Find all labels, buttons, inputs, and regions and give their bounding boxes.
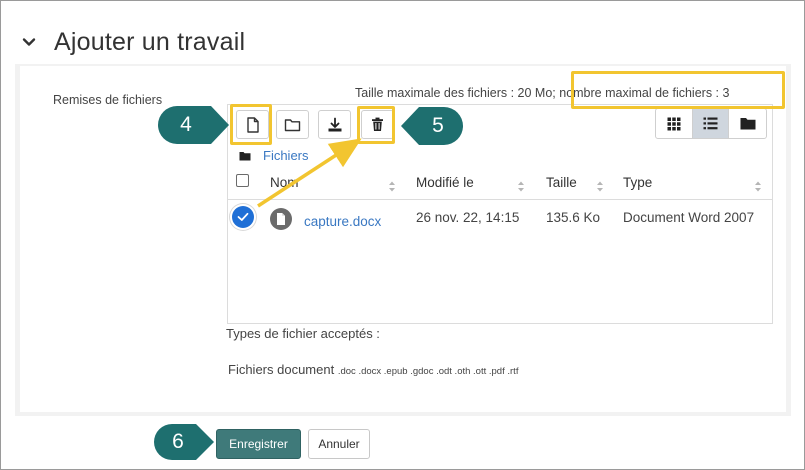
breadcrumb-link[interactable]: Fichiers: [263, 148, 309, 163]
create-folder-button[interactable]: [276, 110, 309, 139]
section-title: Ajouter un travail: [54, 27, 246, 56]
view-switcher: [655, 108, 767, 139]
file-type: Document Word 2007: [623, 210, 755, 225]
callout-number-5: 5: [432, 114, 444, 137]
max-size-text: Taille maximale des fichiers : 20 Mo: [355, 86, 553, 100]
folder-icon: [239, 151, 251, 160]
column-header-name[interactable]: Nom: [270, 175, 299, 190]
file-size: 135.6 Ko: [546, 210, 601, 225]
grid-view-button[interactable]: [656, 109, 693, 138]
callout-number-6: 6: [172, 430, 184, 453]
breadcrumb: Fichiers: [239, 148, 309, 163]
accepted-group: Fichiers document: [228, 362, 335, 377]
create-folder-icon: [284, 118, 301, 131]
save-button[interactable]: Enregistrer: [216, 429, 301, 459]
list-view-icon: [703, 117, 718, 130]
chevron-down-icon[interactable]: [22, 35, 36, 49]
column-header-type[interactable]: Type: [623, 175, 652, 190]
sort-icon[interactable]: [596, 181, 604, 192]
sort-icon[interactable]: [517, 181, 525, 192]
checkmark-icon: [237, 212, 249, 221]
add-file-highlight: [230, 104, 272, 145]
sort-icon[interactable]: [388, 181, 396, 192]
cancel-button[interactable]: Annuler: [308, 429, 370, 459]
section-header[interactable]: Ajouter un travail: [22, 27, 245, 57]
grid-view-icon: [667, 117, 681, 130]
document-file-icon: [270, 208, 292, 230]
download-button[interactable]: [318, 110, 351, 139]
field-label: Remises de fichiers: [53, 93, 163, 107]
row-checkbox-checked[interactable]: [232, 206, 254, 228]
callout-number-4: 4: [180, 113, 192, 136]
select-all-checkbox[interactable]: [236, 174, 249, 187]
accepted-types-label: Types de fichier acceptés :: [226, 326, 380, 341]
sort-icon[interactable]: [754, 181, 762, 192]
accepted-types: Fichiers document .doc .docx .epub .gdoc…: [228, 362, 518, 377]
file-name-link[interactable]: capture.docx: [304, 214, 381, 229]
download-icon: [328, 117, 341, 131]
list-view-button[interactable]: [692, 109, 730, 138]
delete-highlight: [357, 106, 395, 144]
column-header-modified[interactable]: Modifié le: [416, 175, 474, 190]
column-header-size[interactable]: Taille: [546, 175, 577, 190]
limit-highlight: [571, 71, 785, 109]
tree-view-button[interactable]: [729, 109, 766, 138]
tree-view-icon: [740, 118, 756, 130]
file-modified: 26 nov. 22, 14:15: [416, 210, 520, 225]
accepted-extensions: .doc .docx .epub .gdoc .odt .oth .ott .p…: [337, 366, 519, 377]
table-header-divider: [228, 199, 772, 200]
